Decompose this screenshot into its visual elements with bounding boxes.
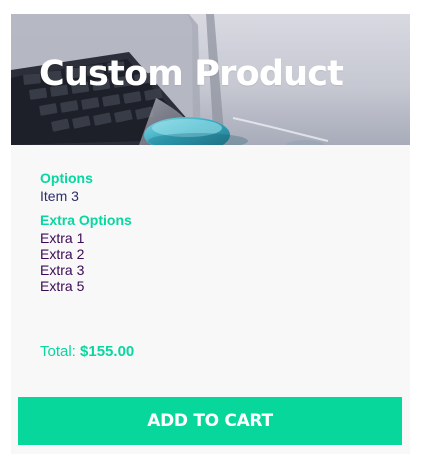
extra-options-list: Extra 1 Extra 2 Extra 3 Extra 5 [40, 230, 370, 294]
product-card: Custom Product Options Item 3 Extra Opti… [11, 14, 410, 454]
product-hero: Custom Product [11, 14, 410, 145]
extra-option-item: Extra 2 [40, 246, 85, 262]
extra-option-item: Extra 1 [40, 230, 85, 246]
total-label: Total: [40, 343, 76, 360]
option-item: Item 3 [40, 188, 79, 204]
total-value: $155.00 [80, 343, 135, 360]
extra-option-item: Extra 5 [40, 278, 85, 294]
options-heading: Options [40, 170, 93, 186]
options-list: Item 3 [40, 188, 370, 204]
extra-options-heading: Extra Options [40, 212, 132, 228]
total-summary: Total: $155.00 [40, 343, 134, 361]
add-to-cart-button[interactable]: ADD TO CART [18, 397, 402, 445]
extra-option-item: Extra 3 [40, 262, 85, 278]
product-options: Options Item 3 Extra Options Extra 1 Ext… [40, 170, 370, 294]
page-title: Custom Product [39, 54, 344, 94]
